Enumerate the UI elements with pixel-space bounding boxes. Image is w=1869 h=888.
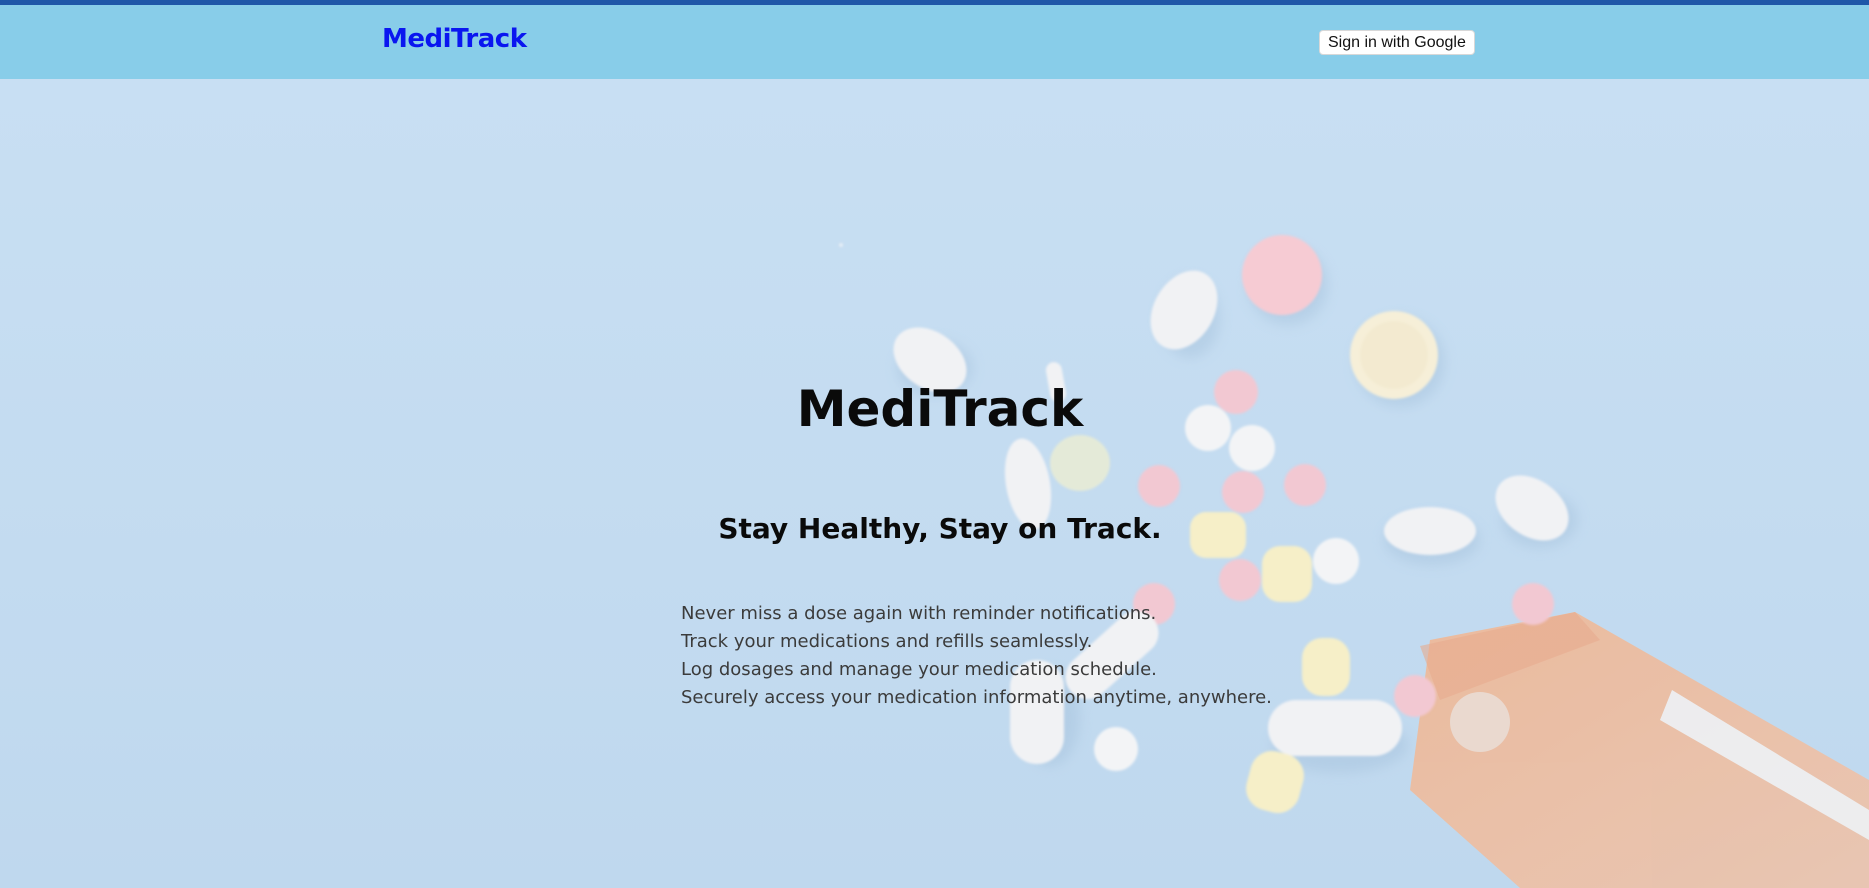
feature-list: Never miss a dose again with reminder no… — [681, 600, 1272, 712]
hero-title: MediTrack — [796, 380, 1084, 438]
feature-item: Securely access your medication informat… — [681, 687, 1272, 708]
feature-item: Track your medications and refills seaml… — [681, 631, 1093, 652]
pills-background-image — [839, 235, 1869, 888]
feature-item: Log dosages and manage your medication s… — [681, 659, 1157, 680]
page: MediTrack Sign in with Google MediTrack … — [0, 0, 1869, 888]
hero-tagline: Stay Healthy, Stay on Track. — [718, 512, 1162, 545]
feature-item: Never miss a dose again with reminder no… — [681, 603, 1157, 624]
